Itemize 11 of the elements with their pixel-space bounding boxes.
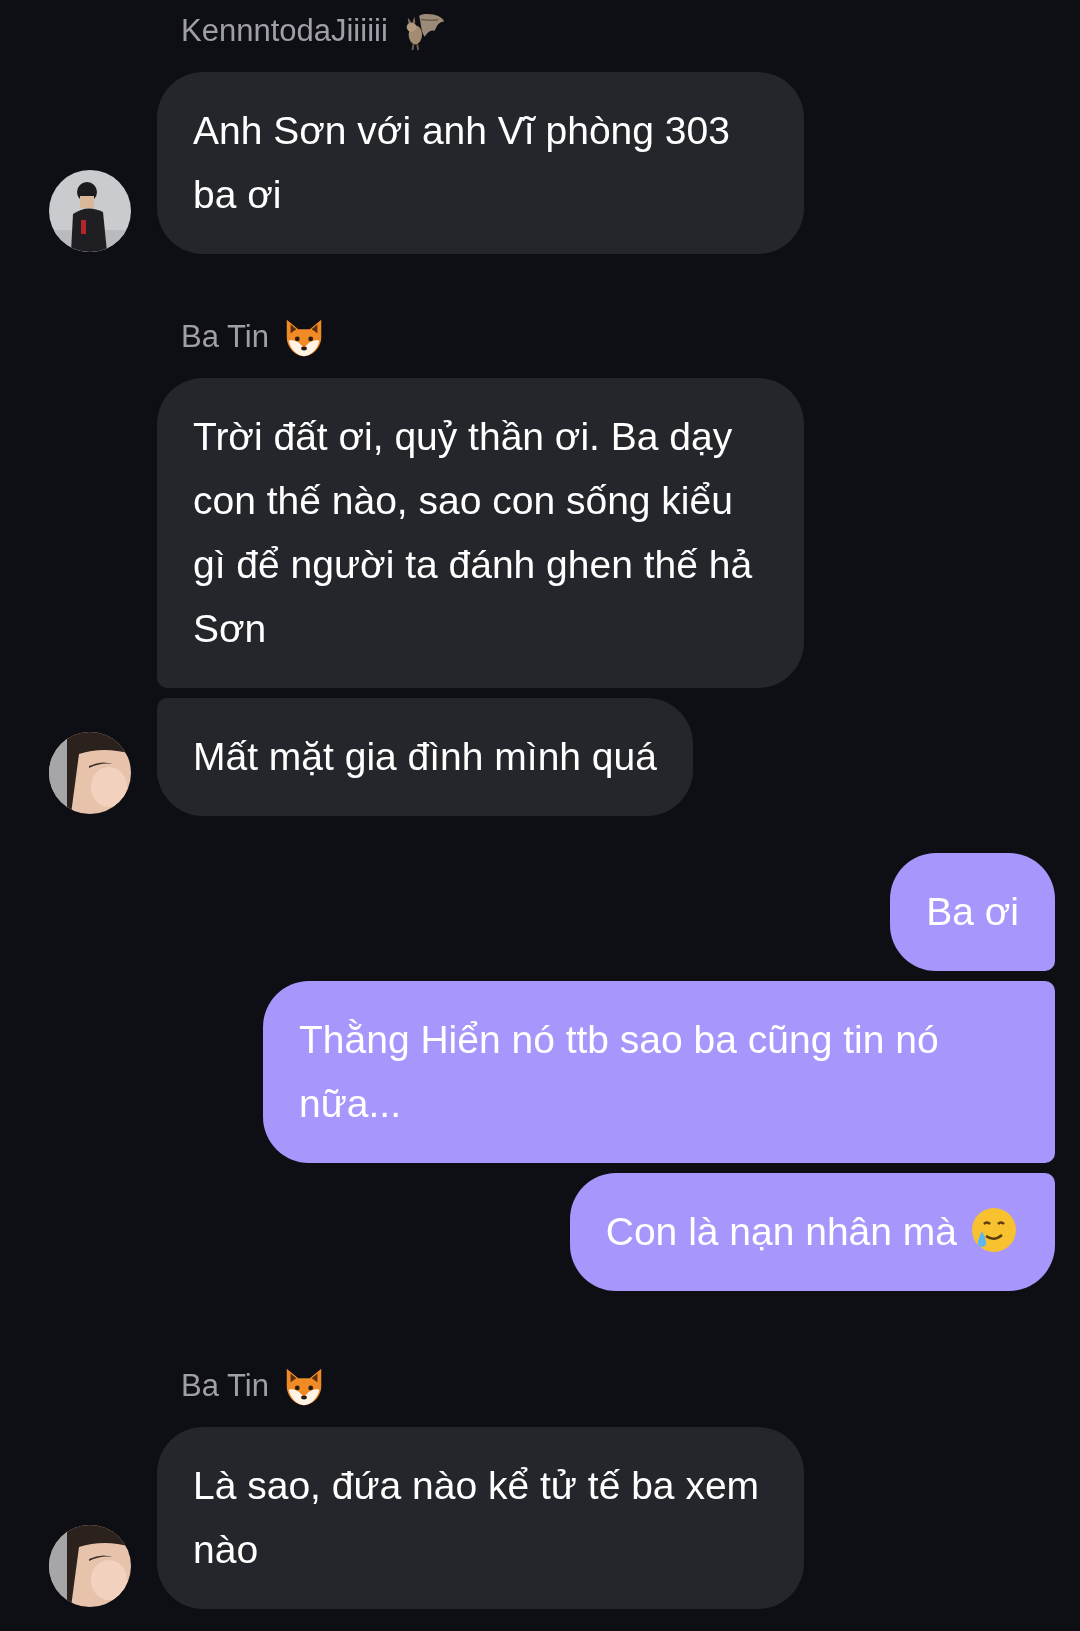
message-bubble: Trời đất ơi, quỷ thần ơi. Ba dạy con thế nào, sao con sống kiểu gì để người ta đánh ghen thế hả Sơn (157, 378, 804, 688)
sender-name: KennntodaJiiiiii (181, 13, 388, 49)
message-bubble: Anh Sơn với anh Vĩ phòng 303 ba ơi (157, 72, 804, 254)
message-bubble: Con là nạn nhân mà (569, 1173, 1055, 1291)
sender-name: Ba Tin (181, 319, 269, 355)
message-bubble: Mất mặt gia đình mình quá (157, 698, 693, 816)
tear-smile-icon (969, 1205, 1019, 1255)
sender-name: Ba Tin (181, 1368, 269, 1404)
message-bubble: Là sao, đứa nào kể tử tế ba xem nào (157, 1427, 804, 1609)
message-bubble: Ba ơi (890, 853, 1055, 971)
message-bubble: Thằng Hiển nó ttb sao ba cũng tin nó nữa... (263, 981, 1055, 1163)
